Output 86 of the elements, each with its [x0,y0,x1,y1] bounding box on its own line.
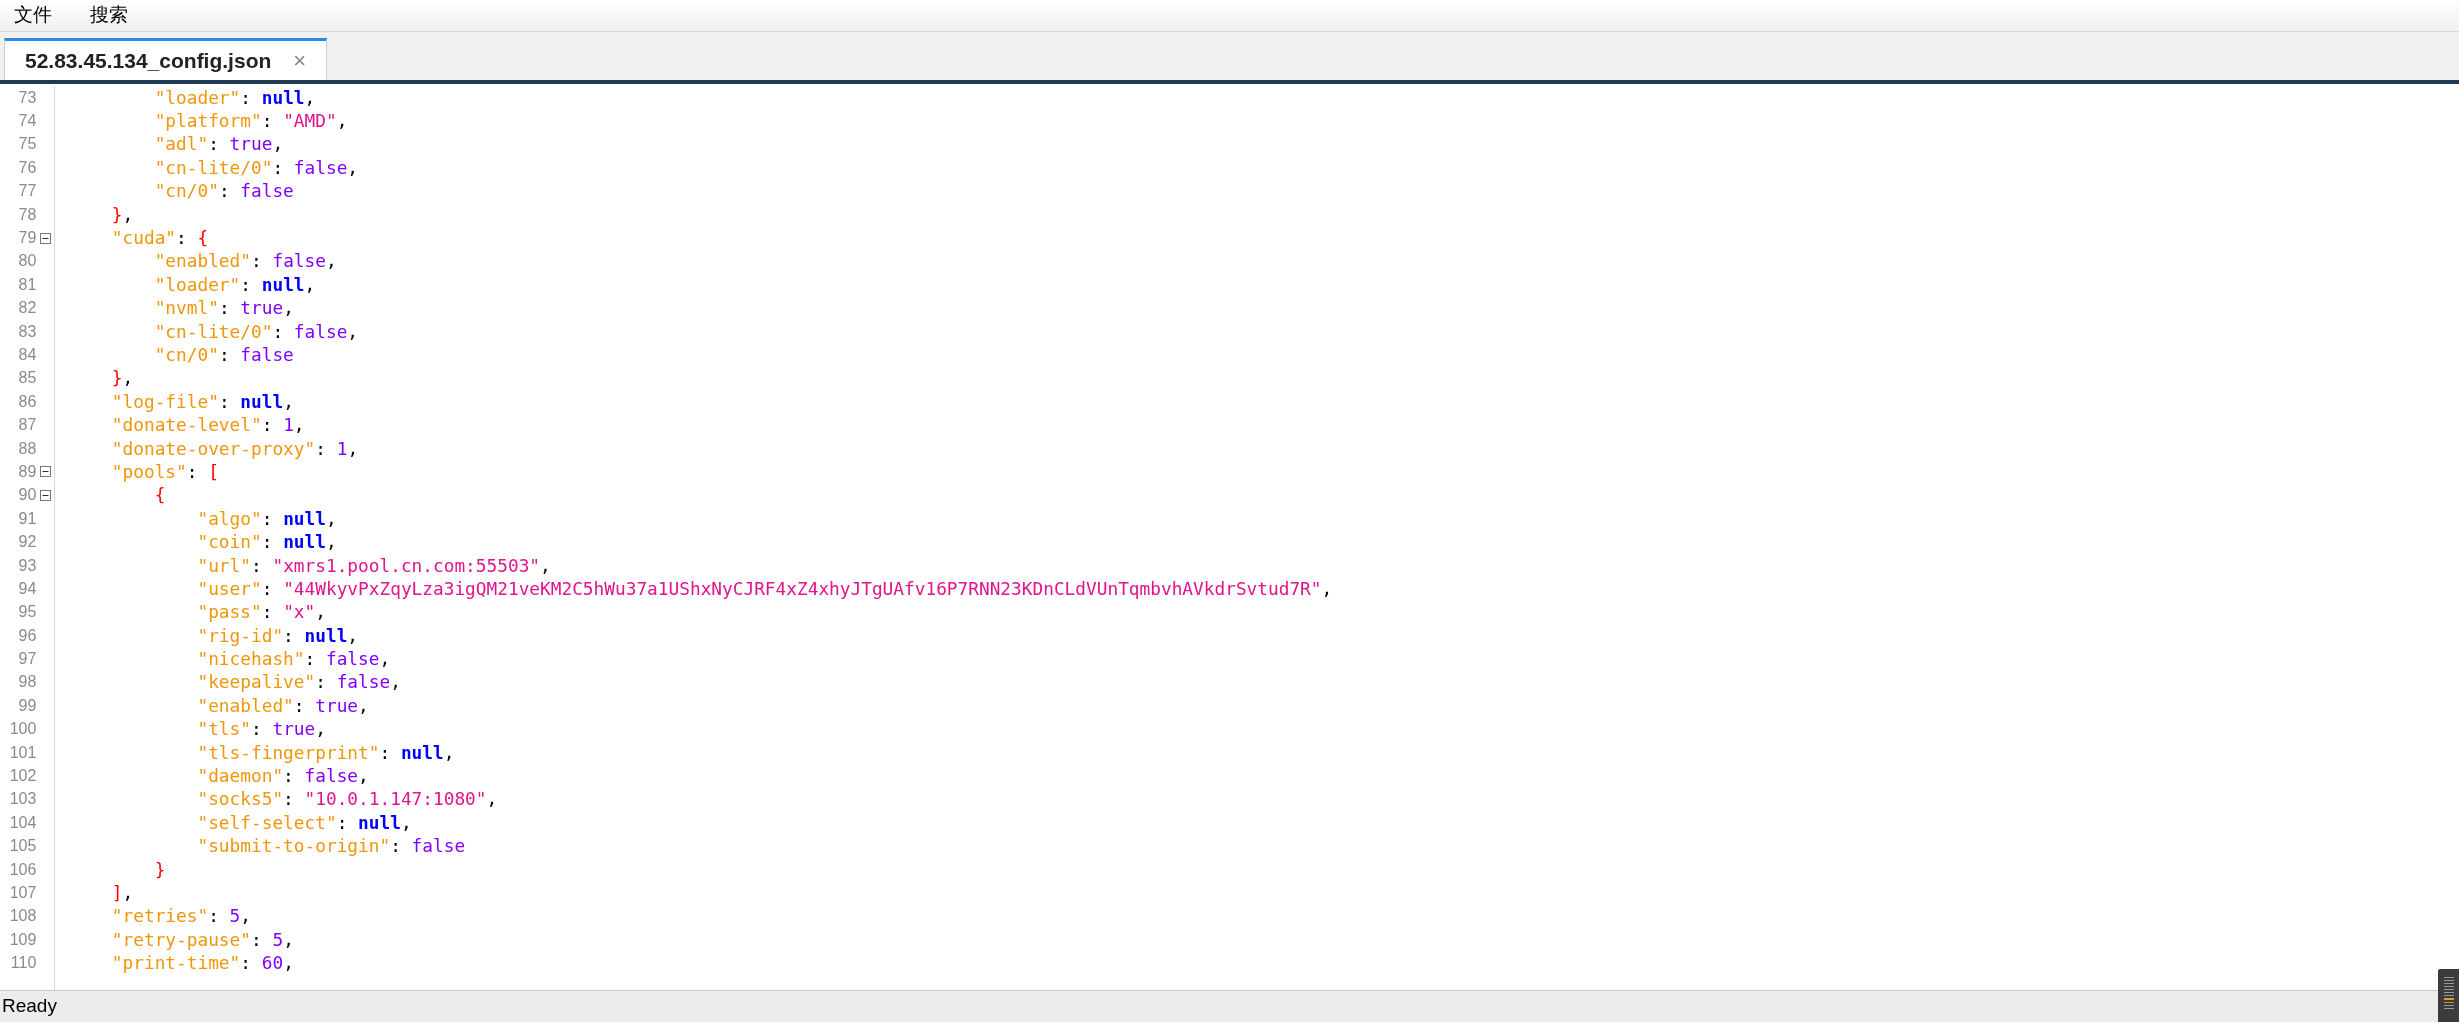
line-number: 79 [17,228,37,249]
line-number: 80 [17,251,37,272]
code-line: "rig-id": null, [196,624,359,647]
code-line: "donate-over-proxy": 1, [110,437,359,460]
line-number: 104 [8,812,37,833]
line-number: 101 [8,742,37,763]
line-number: 110 [9,953,37,974]
line-number: 94 [17,578,37,599]
code-line: "cn-lite/0": false, [153,156,359,179]
menu-item[interactable]: 搜索 [90,1,128,30]
code-line: "submit-to-origin": false [196,835,466,858]
line-number: 108 [8,906,37,927]
code-line: "loader": null, [153,86,316,109]
code-line: } [153,858,166,881]
line-number: 107 [8,883,37,903]
line-number: 75 [17,134,37,155]
collapse-icon[interactable] [39,232,51,244]
line-number: 90 [17,485,37,506]
code-line: "nvml": true, [153,297,294,320]
code-line: "print-time": 60, [110,952,294,975]
line-number: 109 [8,929,37,950]
line-number: 82 [17,298,37,319]
code-line: "keepalive": false, [196,671,401,694]
code-line: "nicehash": false, [196,648,391,671]
line-number: 106 [8,859,37,880]
line-number: 93 [17,555,37,576]
status-text: Ready [2,994,57,1019]
code-line: "adl": true, [153,133,284,156]
line-number: 86 [17,391,37,412]
line-number: 81 [17,274,37,295]
minimap-widget[interactable] [2438,969,2459,1022]
code-line: "pass": "x", [196,601,326,624]
line-number: 98 [17,672,37,693]
collapse-icon[interactable] [39,466,51,478]
line-number: 74 [17,111,37,132]
code-line: "enabled": true, [196,694,369,717]
code-line: "tls": true, [196,718,326,741]
code-line: "daemon": false, [196,765,369,787]
line-number: 76 [17,157,37,178]
code-line: "platform": "AMD", [153,110,348,133]
code-line: "retries": 5, [110,905,252,928]
code-line: "tls-fingerprint": null, [196,741,455,764]
line-number: 97 [17,649,37,670]
line-number: 103 [8,789,37,810]
line-number: 89 [17,461,37,482]
line-number: 85 [17,368,37,389]
code-line: "loader": null, [153,273,316,296]
line-number: 78 [17,204,37,225]
line-number: 73 [17,87,37,108]
line-number: 96 [17,625,37,646]
code-line: "donate-level": 1, [110,414,305,437]
code-line: }, [110,203,134,226]
menu-item[interactable]: 文件 [14,1,52,30]
collapse-icon[interactable] [39,489,51,501]
code-line: "self-select": null, [196,811,412,834]
code-line: "enabled": false, [153,250,337,273]
code-line: ], [110,881,134,904]
code-line: "cuda": { [110,227,209,250]
file-tab[interactable]: 52.83.45.134_config.json × [4,38,328,80]
code-line: "cn/0": false [153,180,294,203]
code-line: "log-file": null, [110,390,294,413]
line-number: 77 [17,181,37,202]
code-line: }, [110,367,134,390]
code-line: "cn/0": false [153,344,294,366]
code-line: { [153,484,166,507]
line-number: 91 [17,508,37,529]
line-number: 92 [17,532,37,553]
tab-label: 52.83.45.134_config.json [25,47,272,74]
code-line: "retry-pause": 5, [110,928,294,951]
code-line: "url": "xmrs1.pool.cn.com:55503", [196,554,551,577]
close-tab-button[interactable]: × [293,44,307,77]
line-number: 84 [17,345,37,365]
line-number: 88 [17,438,37,459]
line-number: 102 [8,766,37,787]
code-line: "pools": [ [110,460,219,483]
line-number: 95 [17,602,37,623]
code-line: "cn-lite/0": false, [153,320,359,343]
line-number: 99 [17,695,37,716]
line-number: 105 [8,836,37,857]
code-line: "algo": null, [196,507,337,530]
code-line: "socks5": "10.0.1.147:1080", [196,788,498,811]
code-line: "coin": null, [196,531,337,554]
code-line: "user": "44WkyvPxZqyLza3igQM21veKM2C5hWu37a1UShxNyCJRF4xZ4xhyJTgUAfv16P7RNN23KDnCLdVUnTqmbvhAVkdrSvtud7R", [196,577,1333,600]
line-number: 83 [17,321,37,342]
line-number: 87 [17,415,37,436]
line-number: 100 [8,719,37,740]
